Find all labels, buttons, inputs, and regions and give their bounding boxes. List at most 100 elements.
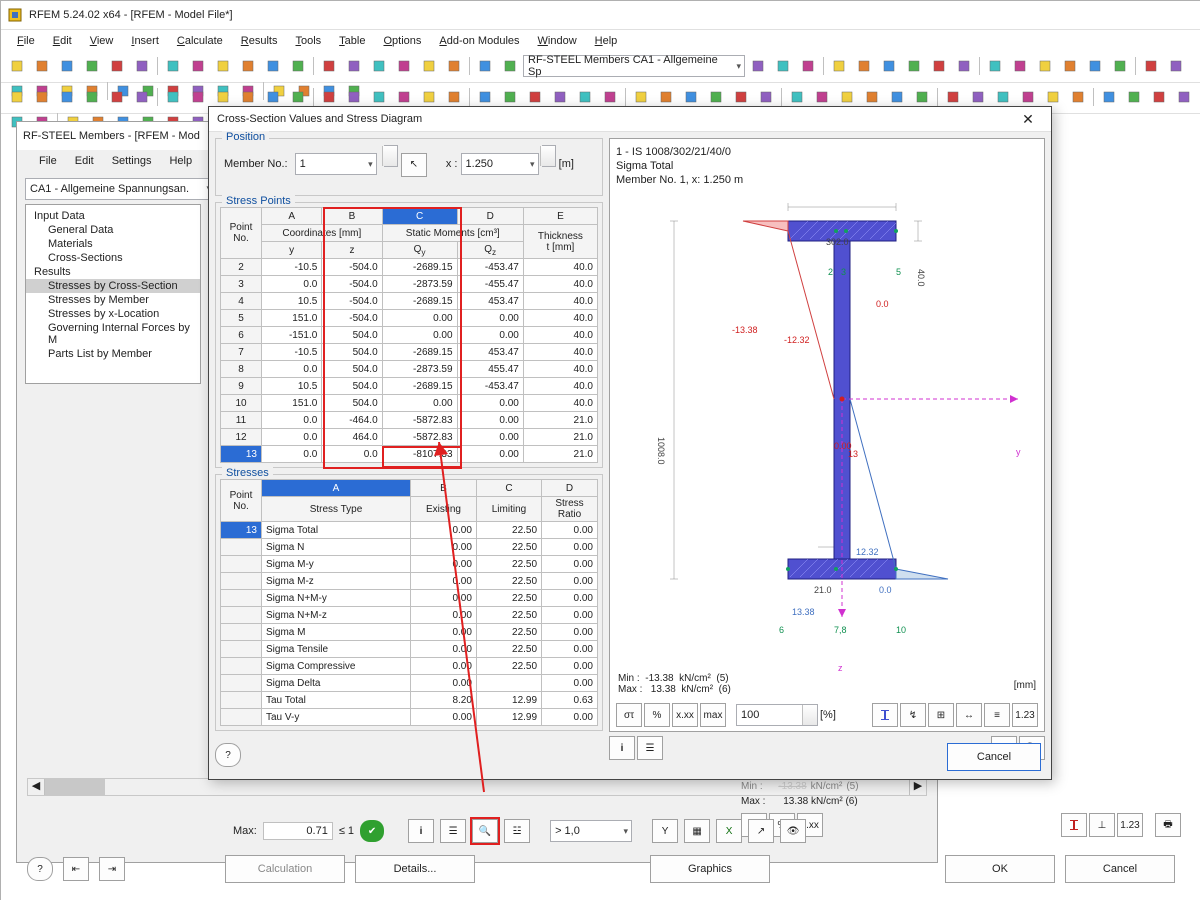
d-neutral-button[interactable]: ≡: [984, 703, 1010, 727]
toolbar-button[interactable]: [902, 54, 926, 78]
calculation-button[interactable]: Calculation: [225, 855, 345, 883]
toolbar-button[interactable]: [1164, 54, 1188, 78]
toolbar-button[interactable]: [1122, 85, 1146, 109]
module-combo[interactable]: RF-STEEL Members CA1 - Allgemeine Sp: [523, 55, 745, 77]
dialog-cancel-button[interactable]: Cancel: [947, 743, 1041, 771]
pick-button[interactable]: ↗: [748, 819, 774, 843]
navigator-tree[interactable]: Input Data General DataMaterialsCross-Se…: [25, 204, 201, 384]
pick-member-button[interactable]: ↖: [401, 153, 427, 177]
toolbar-button[interactable]: [236, 54, 260, 78]
tree-node[interactable]: Parts List by Member: [26, 347, 200, 361]
toolbar-button[interactable]: [1139, 54, 1163, 78]
menu-file[interactable]: File: [9, 33, 43, 49]
toolbar-button[interactable]: [1033, 54, 1057, 78]
toolbar-button[interactable]: [30, 85, 54, 109]
d-sigmatau-button[interactable]: στ: [616, 703, 642, 727]
view-button[interactable]: 👁: [780, 819, 806, 843]
dialog-close-button[interactable]: ✕: [1011, 111, 1045, 129]
toolbar-button[interactable]: [5, 85, 29, 109]
menu-table[interactable]: Table: [331, 33, 373, 49]
toolbar-button[interactable]: [55, 85, 79, 109]
tree-node[interactable]: Cross-Sections: [26, 251, 200, 265]
tree-node[interactable]: Governing Internal Forces by M: [26, 321, 200, 347]
toolbar-button[interactable]: [852, 54, 876, 78]
toolbar-button[interactable]: [80, 54, 104, 78]
ok-button[interactable]: OK: [945, 855, 1055, 883]
menu-results[interactable]: Results: [233, 33, 286, 49]
tree-node[interactable]: Stresses by x-Location: [26, 307, 200, 321]
gt-combo[interactable]: > 1,0: [550, 820, 632, 842]
stresses-table[interactable]: PointNo.ABCDStress TypeExistingLimitingS…: [220, 479, 598, 726]
export-button[interactable]: ⇥: [99, 857, 125, 881]
d-dim-button[interactable]: ↔: [956, 703, 982, 727]
toolbar-button[interactable]: [1083, 54, 1107, 78]
toolbar-button[interactable]: [1108, 54, 1132, 78]
toolbar-button[interactable]: [1097, 85, 1121, 109]
toolbar-button[interactable]: [105, 85, 129, 109]
d-axes-button[interactable]: ↯: [900, 703, 926, 727]
toolbar-button[interactable]: [105, 54, 129, 78]
menu-help[interactable]: Help: [587, 33, 626, 49]
toolbar-button[interactable]: [473, 54, 497, 78]
toolbar-button[interactable]: [417, 54, 441, 78]
toolbar-button[interactable]: [746, 54, 770, 78]
list2-button[interactable]: ☳: [504, 819, 530, 843]
d-digits-button[interactable]: 1.23: [1012, 703, 1038, 727]
help-button[interactable]: ?: [27, 857, 53, 881]
toolbar-button[interactable]: [161, 85, 185, 109]
toolbar-button[interactable]: [286, 54, 310, 78]
toolbar-button[interactable]: [80, 85, 104, 109]
toolbar-button[interactable]: [827, 54, 851, 78]
toolbar-button[interactable]: [367, 54, 391, 78]
menu-options[interactable]: Options: [375, 33, 429, 49]
toolbar-button[interactable]: [130, 54, 154, 78]
d-xxx-button[interactable]: x.xx: [672, 703, 698, 727]
toolbar-button[interactable]: [342, 54, 366, 78]
toolbar-button[interactable]: [161, 54, 185, 78]
toolbar-button[interactable]: [1058, 54, 1082, 78]
toolbar-button[interactable]: [1147, 85, 1171, 109]
menu-edit[interactable]: Edit: [45, 33, 80, 49]
toolbar-button[interactable]: [317, 54, 341, 78]
menu-add-on modules[interactable]: Add-on Modules: [431, 33, 527, 49]
color-button[interactable]: ▦: [684, 819, 710, 843]
x-combo[interactable]: 1.250: [461, 153, 539, 175]
zoom-spinner[interactable]: 100: [736, 704, 818, 726]
toolbar-button[interactable]: [5, 54, 29, 78]
import-button[interactable]: ⇤: [63, 857, 89, 881]
menu-window[interactable]: Window: [530, 33, 585, 49]
tree-input-data[interactable]: Input Data: [26, 209, 200, 223]
menu-tools[interactable]: Tools: [287, 33, 329, 49]
tree-node[interactable]: Stresses by Cross-Section: [26, 279, 200, 293]
toolbar-button[interactable]: [952, 54, 976, 78]
cancel-button-mdi[interactable]: Cancel: [1065, 855, 1175, 883]
d-section-button[interactable]: [872, 703, 898, 727]
toolbar-button[interactable]: [877, 54, 901, 78]
toolbar-button[interactable]: [211, 54, 235, 78]
stress-diagram-button[interactable]: 🔍: [472, 819, 498, 843]
d-info-button[interactable]: i: [609, 736, 635, 760]
stresspoints-table[interactable]: PointNo.ABCDECoordinates [mm]Static Mome…: [220, 207, 598, 463]
toolbar-button[interactable]: [261, 54, 285, 78]
d-grid-button[interactable]: ⊞: [928, 703, 954, 727]
toolbar-button[interactable]: [130, 85, 154, 109]
mdi-menu-file[interactable]: File: [31, 153, 65, 169]
toolbar-button[interactable]: [927, 54, 951, 78]
tree-node[interactable]: Stresses by Member: [26, 293, 200, 307]
toolbar-button[interactable]: [771, 54, 795, 78]
tree-node[interactable]: Materials: [26, 237, 200, 251]
toolbar-button[interactable]: [30, 54, 54, 78]
member-spinner[interactable]: [384, 145, 398, 167]
menu-view[interactable]: View: [82, 33, 122, 49]
toolbar-button[interactable]: [796, 54, 820, 78]
d-percent-button[interactable]: %: [644, 703, 670, 727]
toolbar-button[interactable]: [1008, 54, 1032, 78]
excel-button[interactable]: X: [716, 819, 742, 843]
menu-calculate[interactable]: Calculate: [169, 33, 231, 49]
mdi-menu-help[interactable]: Help: [161, 153, 200, 169]
toolbar-button[interactable]: [392, 54, 416, 78]
dlg-help-button[interactable]: ?: [215, 743, 241, 767]
info-button[interactable]: i: [408, 819, 434, 843]
mdi-menu-settings[interactable]: Settings: [104, 153, 160, 169]
tree-node[interactable]: General Data: [26, 223, 200, 237]
